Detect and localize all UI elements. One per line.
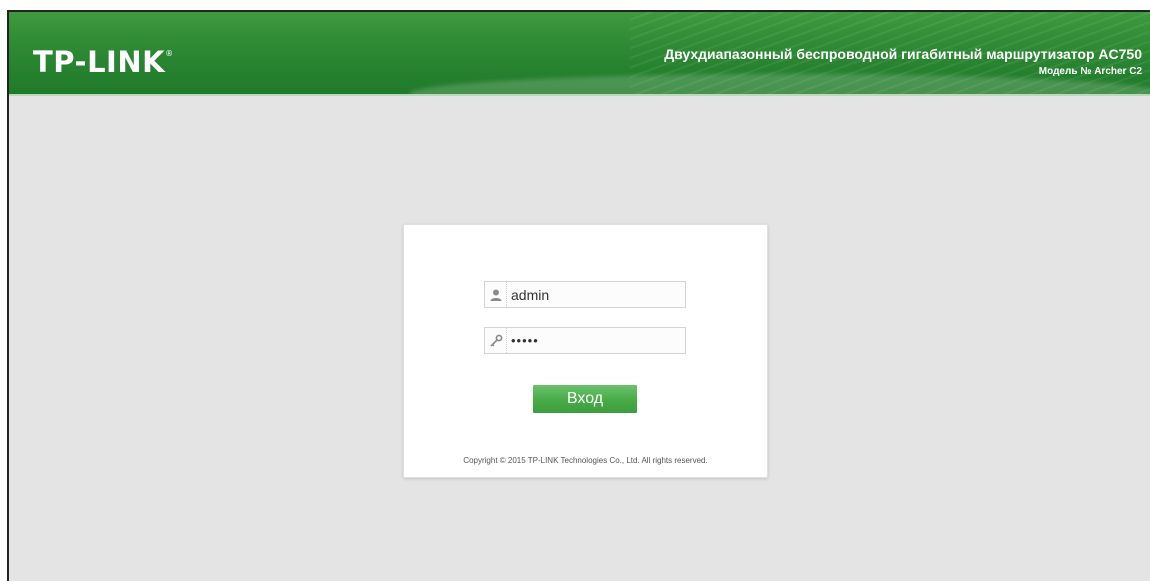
key-icon [485,328,507,353]
model-number: Модель № Archer C2 [1038,66,1142,77]
copyright-text: Copyright © 2015 TP-LINK Technologies Co… [463,456,708,465]
password-input[interactable] [507,328,685,353]
header-divider [9,94,1150,96]
password-field[interactable] [484,327,686,354]
browser-page: TP-LINK® Двухдиапазонный беспроводной ги… [7,10,1150,581]
user-icon [485,282,507,307]
login-card: Вход Copyright © 2015 TP-LINK Technologi… [403,224,768,478]
tp-link-logo: TP-LINK® [33,45,174,79]
username-field[interactable] [484,281,686,308]
product-title: Двухдиапазонный беспроводной гигабитный … [664,46,1142,62]
registered-mark: ® [165,49,174,58]
username-input[interactable] [507,282,685,307]
login-button[interactable]: Вход [533,385,637,413]
header-bar: TP-LINK® Двухдиапазонный беспроводной ги… [9,12,1150,94]
